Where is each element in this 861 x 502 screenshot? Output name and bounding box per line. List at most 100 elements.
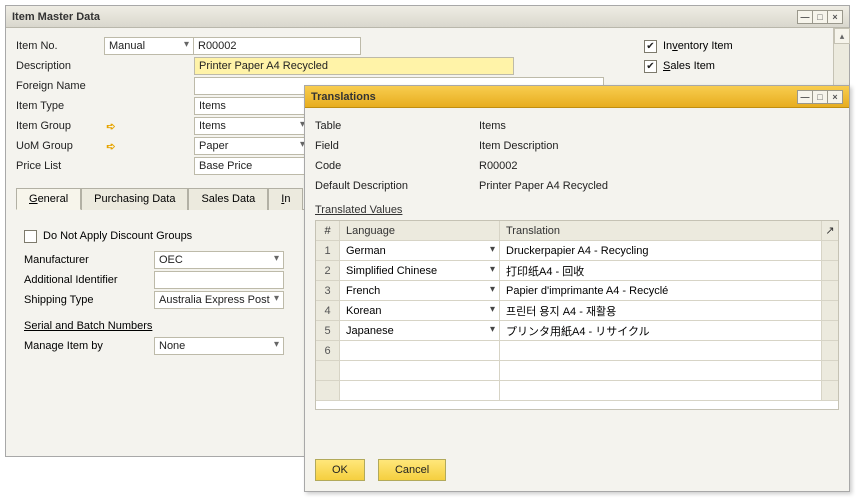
tab-general[interactable]: General [16,188,81,210]
language-cell[interactable]: German [340,241,500,261]
translation-cell[interactable]: 프린터 용지 A4 - 재활용 [500,301,822,321]
item-no-input[interactable]: R00002 [193,37,361,55]
expand-icon[interactable]: ↗ [822,221,838,241]
label-manage-item-by: Manage Item by [24,340,154,352]
link-arrow-icon[interactable]: ➪ [104,119,118,133]
default-description-value: Printer Paper A4 Recycled [475,177,839,195]
scrollbar-track[interactable] [822,301,838,321]
label-uom-group: UoM Group [16,140,104,152]
manage-item-by-value: None [159,340,185,352]
translations-title: Translations [311,91,798,103]
language-cell[interactable] [340,361,500,381]
field-value: Item Description [475,137,839,155]
row-num: 5 [316,321,340,341]
translation-grid: # Language Translation ↗ 1GermanDruckerp… [315,220,839,410]
item-group-select[interactable]: Items [194,117,310,135]
scrollbar-track[interactable] [822,281,838,301]
translations-window: Translations — □ × Table Items Field Ite… [304,85,850,492]
scrollbar-track[interactable] [822,381,838,401]
manufacturer-value: OEC [159,254,183,266]
table-row[interactable]: 2Simplified Chinese打印纸A4 - 回收 [316,261,838,281]
label-price-list: Price List [16,160,104,172]
tab-purchasing-data[interactable]: Purchasing Data [81,188,188,210]
additional-identifier-input[interactable] [154,271,284,289]
translation-cell[interactable]: 打印纸A4 - 回收 [500,261,822,281]
language-cell[interactable] [340,381,500,401]
uom-group-select[interactable]: Paper [194,137,310,155]
row-num: 4 [316,301,340,321]
label-item-no: Item No. [16,40,104,52]
close-button[interactable]: × [827,10,843,24]
label-manufacturer: Manufacturer [24,254,154,266]
table-row[interactable]: 1GermanDruckerpapier A4 - Recycling [316,241,838,261]
uom-group-value: Paper [199,140,228,152]
minimize-button[interactable]: — [797,10,813,24]
manufacturer-select[interactable]: OEC [154,251,284,269]
description-input[interactable]: Printer Paper A4 Recycled [194,57,514,75]
row-num: 3 [316,281,340,301]
label-item-group: Item Group [16,120,104,132]
scrollbar-track[interactable] [822,341,838,361]
label-item-type: Item Type [16,100,104,112]
table-row[interactable]: 6 [316,341,838,361]
inventory-item-label: Inventory Item [663,40,733,52]
language-cell[interactable] [340,341,500,361]
table-row[interactable]: 4Korean프린터 용지 A4 - 재활용 [316,301,838,321]
label-field: Field [315,140,475,152]
label-table: Table [315,120,475,132]
translation-cell[interactable]: Druckerpapier A4 - Recycling [500,241,822,261]
item-master-titlebar[interactable]: Item Master Data — □ × [6,6,849,28]
table-row[interactable]: 5Japaneseプリンタ用紙A4 - リサイクル [316,321,838,341]
translation-cell[interactable] [500,361,822,381]
checkbox-icon: ✔ [644,60,657,73]
discount-groups-label: Do Not Apply Discount Groups [43,230,192,242]
inventory-item-checkbox[interactable]: ✔ Inventory Item [644,36,825,56]
item-master-title: Item Master Data [12,11,798,23]
serial-batch-heading: Serial and Batch Numbers [24,320,224,332]
col-translation[interactable]: Translation [500,221,822,241]
sales-item-label: Sales Item [663,60,715,72]
table-row[interactable] [316,381,838,401]
translation-cell[interactable]: Papier d'imprimante A4 - Recyclé [500,281,822,301]
item-type-value: Items [199,100,226,112]
label-foreign-name: Foreign Name [16,80,104,92]
link-arrow-icon[interactable]: ➪ [104,139,118,153]
col-num[interactable]: # [316,221,340,241]
language-cell[interactable]: French [340,281,500,301]
code-value: R00002 [475,157,839,175]
tab-general-rest: eneral [38,193,69,205]
translation-cell[interactable] [500,381,822,401]
maximize-button[interactable]: □ [812,90,828,104]
item-group-value: Items [199,120,226,132]
translations-titlebar[interactable]: Translations — □ × [305,86,849,108]
translated-values-heading: Translated Values [315,204,839,216]
translation-cell[interactable] [500,341,822,361]
translation-cell[interactable]: プリンタ用紙A4 - リサイクル [500,321,822,341]
table-row[interactable] [316,361,838,381]
language-cell[interactable]: Korean [340,301,500,321]
row-num: 2 [316,261,340,281]
cancel-button[interactable]: Cancel [378,459,446,481]
row-num: 1 [316,241,340,261]
scrollbar-track[interactable] [822,241,838,261]
maximize-button[interactable]: □ [812,10,828,24]
ok-button[interactable]: OK [315,459,365,481]
col-language[interactable]: Language [340,221,500,241]
close-button[interactable]: × [827,90,843,104]
scrollbar-track[interactable] [822,361,838,381]
minimize-button[interactable]: — [797,90,813,104]
tab-sales-data[interactable]: Sales Data [188,188,268,210]
table-row[interactable]: 3FrenchPapier d'imprimante A4 - Recyclé [316,281,838,301]
shipping-type-select[interactable]: Australia Express Post [154,291,284,309]
item-no-mode-select[interactable]: Manual [104,37,194,55]
manage-item-by-select[interactable]: None [154,337,284,355]
scrollbar-track[interactable] [822,321,838,341]
item-no-mode-value: Manual [109,40,145,52]
discount-groups-checkbox[interactable]: Do Not Apply Discount Groups [24,226,306,246]
tab-inventory-cut[interactable]: In [268,188,303,210]
language-cell[interactable]: Simplified Chinese [340,261,500,281]
row-num [316,381,340,401]
language-cell[interactable]: Japanese [340,321,500,341]
scrollbar-track[interactable] [822,261,838,281]
sales-item-checkbox[interactable]: ✔ Sales Item [644,56,825,76]
